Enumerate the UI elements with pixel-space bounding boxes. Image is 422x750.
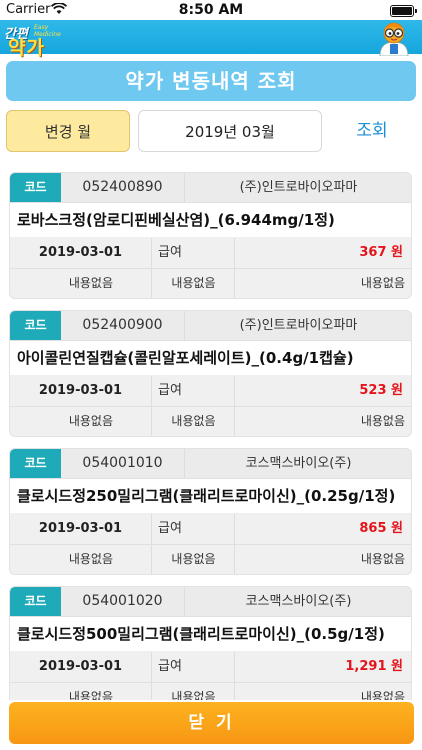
- card-detail-row: 2019-03-01 급여 1,291 원: [10, 652, 411, 683]
- card-detail-row: 2019-03-01 급여 367 원: [10, 238, 411, 269]
- change-date: 2019-03-01: [38, 245, 123, 260]
- price-change-list[interactable]: 코드 052400890 (주)인트로바이오파마 로바스크정(암로디핀베실산염)…: [0, 160, 422, 700]
- note-cell: 내용없음: [68, 690, 113, 700]
- list-item[interactable]: 코드 052400900 (주)인트로바이오파마 아이콜린연질캡슐(콜린알포세레…: [10, 311, 411, 436]
- battery-icon: [390, 5, 417, 17]
- list-item[interactable]: 코드 054001020 코스맥스바이오(주) 클로시드정500밀리그램(클래리…: [10, 587, 411, 700]
- app-logo: 간편 Easy Medicine 약가: [4, 22, 61, 59]
- coverage-type: 급여: [151, 376, 234, 406]
- coverage-type: 급여: [151, 514, 234, 544]
- code-tag: 코드: [10, 587, 61, 616]
- product-code: 052400900: [82, 317, 163, 333]
- card-header: 코드 054001020 코스맥스바이오(주): [10, 587, 411, 617]
- manufacturer: (주)인트로바이오파마: [184, 311, 411, 340]
- product-name: 클로시드정500밀리그램(클래리트로마이신)_(0.5g/1정): [10, 617, 411, 651]
- manufacturer: 코스맥스바이오(주): [184, 449, 411, 478]
- price-value: 523 원: [234, 376, 411, 406]
- status-bar: Carrier 8:50 AM: [0, 0, 422, 20]
- note-cell: 내용없음: [151, 545, 235, 574]
- change-date: 2019-03-01: [38, 521, 123, 536]
- note-cell: 내용없음: [234, 269, 411, 298]
- manufacturer: 코스맥스바이오(주): [184, 587, 411, 616]
- search-button[interactable]: 조회: [342, 110, 402, 152]
- product-name: 클로시드정250밀리그램(클래리트로마이신)_(0.25g/1정): [10, 479, 411, 513]
- coverage-type: 급여: [151, 652, 234, 682]
- note-cell: 내용없음: [68, 414, 113, 428]
- change-date: 2019-03-01: [38, 659, 123, 674]
- card-note-row: 내용없음 내용없음 내용없음: [10, 545, 411, 574]
- list-item[interactable]: 코드 052400890 (주)인트로바이오파마 로바스크정(암로디핀베실산염)…: [10, 173, 411, 298]
- list-item[interactable]: 코드 054001010 코스맥스바이오(주) 클로시드정250밀리그램(클래리…: [10, 449, 411, 574]
- card-detail-row: 2019-03-01 급여 523 원: [10, 376, 411, 407]
- product-name: 로바스크정(암로디핀베실산염)_(6.944mg/1정): [10, 203, 411, 237]
- card-detail-row: 2019-03-01 급여 865 원: [10, 514, 411, 545]
- card-header: 코드 054001010 코스맥스바이오(주): [10, 449, 411, 479]
- clock: 8:50 AM: [178, 2, 244, 18]
- note-cell: 내용없음: [234, 545, 411, 574]
- price-value: 367 원: [234, 238, 411, 268]
- code-tag: 코드: [10, 449, 61, 478]
- price-value: 1,291 원: [234, 652, 411, 682]
- coverage-type: 급여: [151, 238, 234, 268]
- card-note-row: 내용없음 내용없음 내용없음: [10, 683, 411, 700]
- change-date: 2019-03-01: [38, 383, 123, 398]
- card-note-row: 내용없음 내용없음 내용없음: [10, 407, 411, 436]
- card-header: 코드 052400900 (주)인트로바이오파마: [10, 311, 411, 341]
- note-cell: 내용없음: [68, 552, 113, 566]
- note-cell: 내용없음: [234, 407, 411, 436]
- month-filter: 변경 월 2019년 03월 조회: [6, 110, 416, 152]
- note-cell: 내용없음: [234, 683, 411, 700]
- logo-bottom-text: 약가: [8, 37, 45, 59]
- manufacturer: (주)인트로바이오파마: [184, 173, 411, 202]
- code-tag: 코드: [10, 173, 61, 202]
- month-label: 변경 월: [6, 110, 130, 152]
- app-header: [0, 20, 422, 54]
- price-value: 865 원: [234, 514, 411, 544]
- month-picker[interactable]: 2019년 03월: [138, 110, 322, 152]
- page-title: 약가 변동내역 조회: [6, 61, 416, 101]
- card-note-row: 내용없음 내용없음 내용없음: [10, 269, 411, 298]
- product-code: 054001020: [82, 593, 163, 609]
- note-cell: 내용없음: [151, 269, 235, 298]
- note-cell: 내용없음: [151, 407, 235, 436]
- note-cell: 내용없음: [151, 683, 235, 700]
- pharmacist-mascot-icon: [379, 22, 409, 56]
- product-name: 아이콜린연질캡슐(콜린알포세레이트)_(0.4g/1캡슐): [10, 341, 411, 375]
- card-header: 코드 052400890 (주)인트로바이오파마: [10, 173, 411, 203]
- note-cell: 내용없음: [68, 276, 113, 290]
- product-code: 052400890: [82, 179, 163, 195]
- product-code: 054001010: [82, 455, 163, 471]
- code-tag: 코드: [10, 311, 61, 340]
- close-button[interactable]: 닫 기: [9, 702, 414, 744]
